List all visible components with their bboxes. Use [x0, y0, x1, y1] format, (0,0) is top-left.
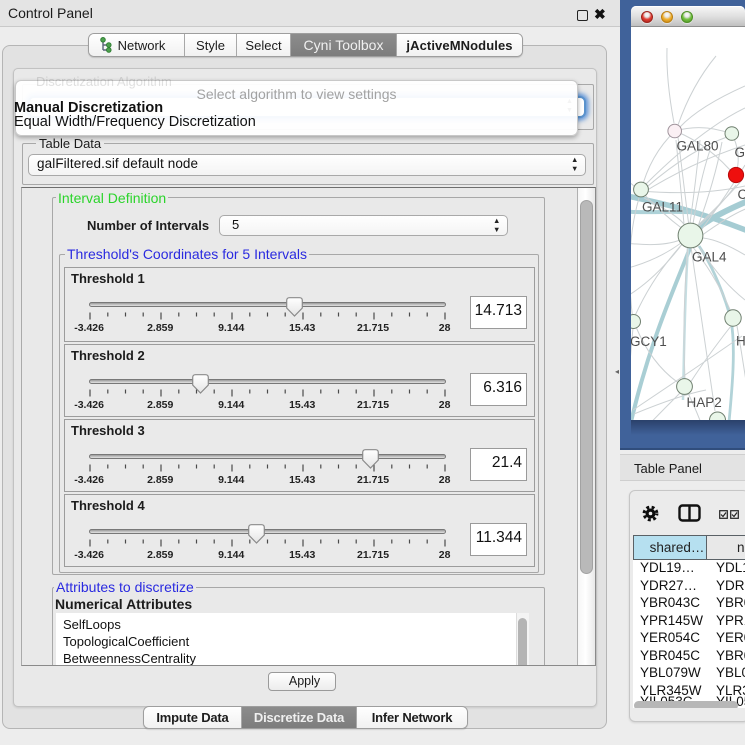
svg-text:GAL80: GAL80: [677, 139, 719, 154]
svg-text:C: C: [738, 187, 745, 202]
svg-text:H: H: [736, 334, 745, 349]
svg-text:GAL: GAL: [735, 145, 745, 160]
svg-text:GAL11: GAL11: [642, 200, 683, 215]
svg-text:GAL4: GAL4: [692, 250, 727, 265]
svg-text:HAP2: HAP2: [687, 395, 722, 410]
svg-text:GCY1: GCY1: [631, 334, 667, 349]
